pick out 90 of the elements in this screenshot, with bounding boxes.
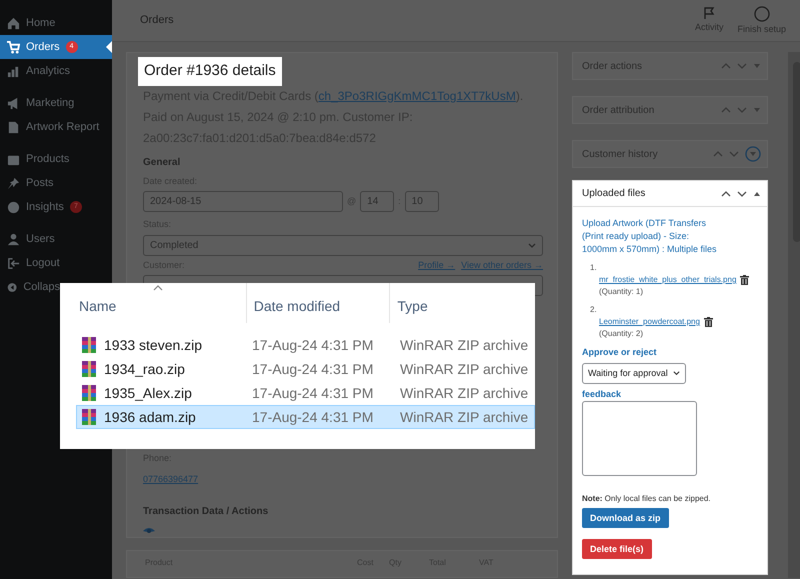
file-type: WinRAR ZIP archive [400,336,528,354]
sidebar-label: Posts [26,176,54,191]
expand-triangle-icon[interactable] [753,62,761,70]
megaphone-icon [7,96,20,110]
file-date: 17-Aug-24 4:31 PM [252,336,374,355]
collapse-icon [7,280,18,294]
pin-icon [7,176,20,190]
flag-icon [702,6,716,20]
transaction-link[interactable]: ch_3Po3RIGgKmMC1Tog1XT7kUsM [318,88,516,102]
file-name: 1933 steven.zip [104,336,202,355]
file-link[interactable]: mr_frostie_white_plus_other_trials.png [599,274,736,286]
archive-icon [80,408,98,426]
box-title: Uploaded files [582,187,646,201]
file-type: WinRAR ZIP archive [400,408,528,426]
delete-button[interactable]: Delete file(s) [582,539,652,560]
file-row[interactable]: 1936 adam.zip 17-Aug-24 4:31 PM WinRAR ZIP archive [76,405,535,429]
sidebar-item[interactable]: Posts [0,171,112,195]
scrollbar[interactable] [788,52,800,578]
bar-chart-icon [7,64,20,78]
field-label: feedback [582,388,622,401]
chevron-up-icon[interactable] [721,190,731,198]
column-header[interactable]: Type [389,283,536,323]
file-row[interactable]: 1934_rao.zip 17-Aug-24 4:31 PM WinRAR ZIP archive [76,357,535,381]
home-icon [7,16,20,30]
sidebar-item[interactable]: Artwork Report [0,115,112,139]
approval-select[interactable]: Waiting for approval [582,362,686,384]
orders-link[interactable]: View other orders → [461,258,543,272]
sidebar-label: Insights [26,200,64,215]
logout-icon [7,256,20,270]
file-name: 1936 adam.zip [104,408,196,427]
sidebar-label: Products [26,152,70,167]
feedback-field[interactable] [582,401,697,476]
section-heading: General [143,156,182,170]
sidebar-label: Home [26,16,56,31]
file-type: WinRAR ZIP archive [400,384,528,402]
archive-icon [80,336,98,354]
sidebar-item[interactable]: Users [0,227,112,251]
file-row[interactable]: 1933 steven.zip 17-Aug-24 4:31 PM WinRAR ZIP archive [76,333,535,357]
caret-icon [528,242,536,250]
at-sign: @ [347,194,356,208]
sidebar-label: Logout [26,256,60,271]
field-label: Approve or reject [582,346,658,359]
file-name: 1935_Alex.zip [104,384,192,403]
user-icon [7,232,20,246]
profile-link[interactable]: Profile → [418,258,456,272]
sidebar-label: Analytics [26,64,70,79]
document-icon [7,120,20,134]
list-number: 1. [590,262,598,274]
time-separator: : [398,194,401,208]
section-heading: Transaction Data / Actions [143,504,268,518]
archive-icon [80,384,98,402]
collapse-triangle-icon[interactable] [753,190,761,198]
file-quantity: (Quantity: 1) [598,286,644,298]
file-date: 17-Aug-24 4:31 PM [252,408,374,427]
list-number: 2. [590,304,598,316]
sidebar-label: Orders [26,40,60,55]
sidebar-item[interactable]: Products [0,147,112,171]
file-link[interactable]: Leominster_powdercoat.png [599,316,700,328]
file-row[interactable]: 1935_Alex.zip 17-Aug-24 4:31 PM WinRAR ZIP archive [76,381,535,405]
sidebar-item[interactable]: Collaps [0,275,60,299]
eye-icon[interactable] [143,526,155,534]
cart-icon [7,40,20,54]
circle-icon [754,6,770,22]
trash-icon[interactable] [740,275,750,285]
phone-link[interactable]: 07766396477 [143,472,198,486]
note-text: Note: Only local files can be zipped. [582,493,712,506]
sidebar-item[interactable]: Home [0,11,112,35]
sidebar-label: Users [26,232,55,247]
file-name: 1934_rao.zip [104,360,185,379]
page-title: Orders [140,13,174,28]
sidebar-item[interactable]: Marketing [0,91,112,115]
chevron-down-icon[interactable] [737,190,747,198]
caret-icon [672,370,680,377]
sidebar-item[interactable]: Logout [0,251,112,275]
artwork-heading: Upload Artwork (DTF Transfers (Print ready upload) - Size: 1000mm x 570mm) : Multiple files [582,217,718,256]
download-button[interactable]: Download as zip [582,508,669,528]
column-header[interactable]: Name [79,283,246,323]
sidebar-label: Collaps [23,280,60,295]
trash-icon[interactable] [704,317,713,327]
file-date: 17-Aug-24 4:31 PM [252,384,374,403]
file-type: WinRAR ZIP archive [400,360,528,378]
sidebar-item[interactable]: Analytics [0,59,112,83]
expand-triangle-icon[interactable] [753,106,761,114]
file-quantity: (Quantity: 2) [598,328,644,340]
sidebar-label: Marketing [26,96,74,111]
order-title: Order #1936 details [138,57,282,86]
file-date: 17-Aug-24 4:31 PM [252,360,374,379]
sidebar-label: Artwork Report [26,120,100,135]
column-header[interactable]: Date modified [246,283,390,323]
archive-icon [80,360,98,378]
